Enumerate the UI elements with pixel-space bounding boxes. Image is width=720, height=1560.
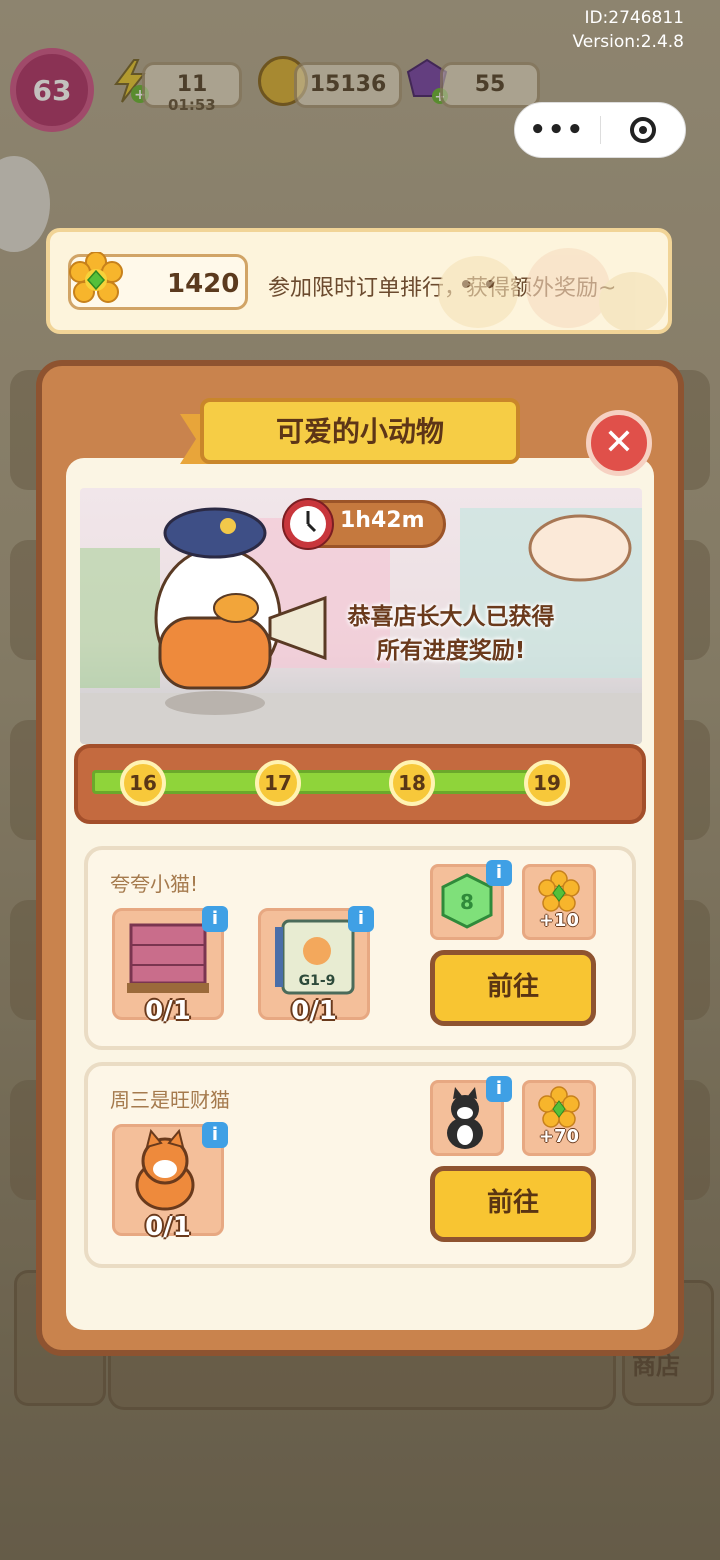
info-icon[interactable]: i <box>486 1076 512 1102</box>
reward-amount: +70 <box>538 1126 580 1147</box>
ranking-banner[interactable]: 1420 参加限时订单排行，获得额外奖励~ <box>46 228 672 334</box>
required-item-count: 0/1 <box>145 1212 191 1242</box>
progress-node[interactable]: 16 <box>120 760 166 806</box>
go-button[interactable]: 前往 <box>430 1166 596 1242</box>
event-timer-text: 1h42m <box>340 508 425 533</box>
svg-text:8: 8 <box>460 890 474 914</box>
task-title: 周三是旺财猫 <box>110 1088 230 1112</box>
progress-node[interactable]: 17 <box>255 760 301 806</box>
required-item-count: 0/1 <box>291 996 337 1026</box>
info-icon[interactable]: i <box>202 906 228 932</box>
close-button[interactable]: ✕ <box>586 410 652 476</box>
info-icon[interactable]: i <box>202 1122 228 1148</box>
info-icon[interactable]: i <box>486 860 512 886</box>
required-item-count: 0/1 <box>145 996 191 1026</box>
close-icon: ✕ <box>603 422 635 463</box>
version-label: Version:2.4.8 <box>572 32 685 52</box>
reward-amount: +10 <box>538 910 580 931</box>
completion-message-line2: 所有进度奖励! <box>376 638 526 664</box>
event-title: 可爱的小动物 <box>275 415 444 448</box>
banner-score: 1420 <box>167 269 240 299</box>
clock-icon <box>282 498 334 550</box>
info-icon[interactable]: i <box>348 906 374 932</box>
svg-text:G1-9: G1-9 <box>299 973 336 989</box>
more-menu-button[interactable]: ••• <box>515 102 600 158</box>
go-button[interactable]: 前往 <box>430 950 596 1026</box>
build-info: ID:2746811 Version:2.4.8 <box>573 6 685 54</box>
flower-icon <box>69 252 123 303</box>
task-title: 夸夸小猫! <box>110 872 199 896</box>
user-id: ID:2746811 <box>584 8 684 28</box>
progress-node[interactable]: 19 <box>524 760 570 806</box>
completion-message-line1: 恭喜店长大人已获得 <box>347 604 555 630</box>
progress-node[interactable]: 18 <box>389 760 435 806</box>
miniprogram-capsule: ••• <box>514 102 686 158</box>
close-miniprogram-button[interactable] <box>601 117 686 143</box>
completion-message: 恭喜店长大人已获得 所有进度奖励! <box>316 600 586 668</box>
cats-illustration <box>438 248 667 330</box>
target-icon <box>629 117 656 143</box>
